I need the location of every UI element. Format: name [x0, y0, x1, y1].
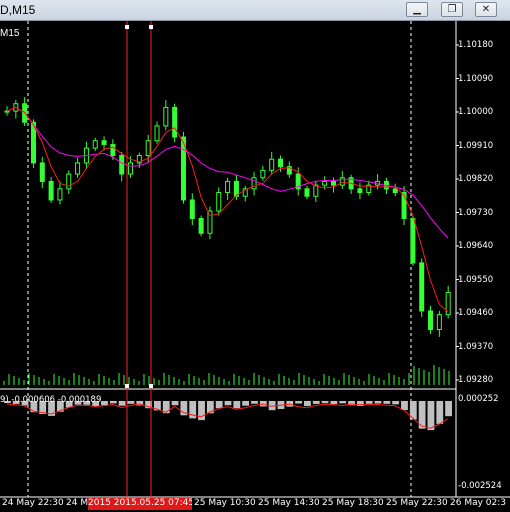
time-tick-label: 25 May 22:30 [386, 498, 448, 508]
price-tick-label: 1.09640 [458, 241, 494, 251]
window-title: D,M15 [0, 3, 36, 17]
restore-button[interactable]: ❐ [441, 2, 463, 17]
indicator-label: 9) -0.000606 -0.000189 [0, 395, 102, 405]
time-tick-label: 25 May 18:30 [322, 498, 384, 508]
price-tick-label: 1.09730 [458, 207, 494, 218]
price-tick-label: 1.10180 [458, 40, 494, 50]
candle-body [260, 169, 266, 179]
candle-body [128, 162, 134, 175]
candle-body [357, 188, 363, 194]
time-tick-label: 24 May 22:30 [2, 498, 64, 508]
price-tick-label: 1.10000 [458, 107, 494, 117]
vertical-marker-handle [125, 25, 129, 29]
ma-slow-line [6, 106, 449, 239]
candle-body [198, 217, 204, 234]
candle-body [189, 199, 195, 219]
macd-histogram-bar [445, 401, 452, 417]
minimize-button[interactable]: ▁ [406, 2, 428, 17]
price-tick-label: 1.09820 [458, 174, 494, 184]
candle-body [225, 180, 231, 194]
macd-histogram-bar [401, 401, 408, 411]
time-tick-label: 25 May 14:30 [258, 498, 320, 508]
candle-body [419, 262, 425, 312]
candle-body [66, 173, 72, 190]
candle-body [48, 180, 54, 201]
macd-histogram-bar [101, 401, 108, 406]
macd-histogram-bar [198, 401, 205, 421]
restore-icon: ❐ [447, 4, 457, 15]
macd-histogram-bar [215, 401, 223, 409]
indicator-tick-label: -0.002524 [458, 481, 502, 491]
macd-histogram-bar [339, 401, 347, 404]
candle-body [410, 217, 416, 264]
price-tick-label: 1.09370 [458, 341, 494, 352]
candle-body [4, 110, 10, 113]
candle-body [172, 106, 178, 138]
macd-histogram-bar [383, 401, 391, 404]
time-tick-label: 26 May 02:3 [450, 498, 506, 508]
macd-histogram-bar [251, 401, 258, 404]
candle-body [119, 155, 125, 175]
macd-histogram-bar [171, 401, 179, 406]
macd-histogram-bar [427, 401, 435, 431]
candle-body [110, 143, 116, 157]
candle-body [278, 158, 284, 168]
macd-histogram-bar [374, 401, 382, 404]
minimize-icon: ▁ [413, 4, 421, 15]
candle-body [154, 125, 160, 142]
chart-plot[interactable] [0, 21, 510, 512]
macd-histogram-bar [304, 401, 311, 407]
candle-body [163, 106, 169, 127]
price-tick-label: 1.10090 [458, 73, 494, 84]
price-tick-label: 1.09460 [458, 308, 494, 318]
candle-body [75, 162, 81, 175]
macd-histogram-bar [118, 401, 126, 406]
macd-histogram-bar [392, 401, 400, 405]
price-tick-label: 1.09550 [458, 274, 494, 285]
macd-histogram-bar [224, 401, 232, 406]
candle-body [322, 180, 328, 186]
candle-body [304, 188, 310, 197]
candle-body [39, 162, 45, 182]
candle-body [428, 310, 434, 330]
candle-body [92, 140, 98, 149]
macd-histogram-bar [127, 401, 135, 404]
window-titlebar: D,M15 ▁ ❐ ✕ [0, 0, 510, 21]
macd-histogram-bar [233, 401, 241, 409]
candle-body [101, 140, 107, 145]
close-icon: ✕ [481, 4, 491, 15]
symbol-label: M15 [0, 28, 20, 39]
macd-histogram-bar [295, 401, 302, 404]
candle-body [57, 188, 63, 201]
candle-body [216, 192, 222, 212]
close-button[interactable]: ✕ [475, 2, 497, 17]
candle-body [436, 314, 442, 330]
chart-area[interactable]: M15 9) -0.000606 -0.000189 1.10180 1.1009… [0, 21, 510, 512]
vertical-marker-handle [125, 384, 129, 388]
crosshair-time-badge: 2015 2015.05.25 07:45 [88, 498, 192, 510]
candle-body [269, 158, 275, 171]
macd-signal-line [6, 403, 449, 429]
macd-histogram-bar [365, 401, 373, 404]
vertical-marker-handle [149, 25, 153, 29]
price-tick-label: 1.09910 [458, 140, 494, 151]
candle-body [207, 210, 213, 234]
candle-body [330, 180, 336, 186]
time-tick-label: 25 May 10:30 [194, 498, 256, 508]
macd-histogram-bar [242, 401, 250, 406]
price-tick-label: 1.09280 [458, 375, 494, 385]
macd-histogram-bar [436, 401, 444, 424]
indicator-tick-label: 0.000252 [458, 394, 499, 404]
macd-histogram-bar [321, 401, 329, 404]
vertical-marker-handle [149, 384, 153, 388]
macd-histogram-bar [312, 401, 320, 404]
candle-body [392, 188, 398, 194]
candle-body [145, 140, 151, 157]
macd-histogram-bar [330, 401, 338, 405]
ma-fast-line [6, 106, 449, 313]
macd-histogram-bar [109, 401, 117, 404]
